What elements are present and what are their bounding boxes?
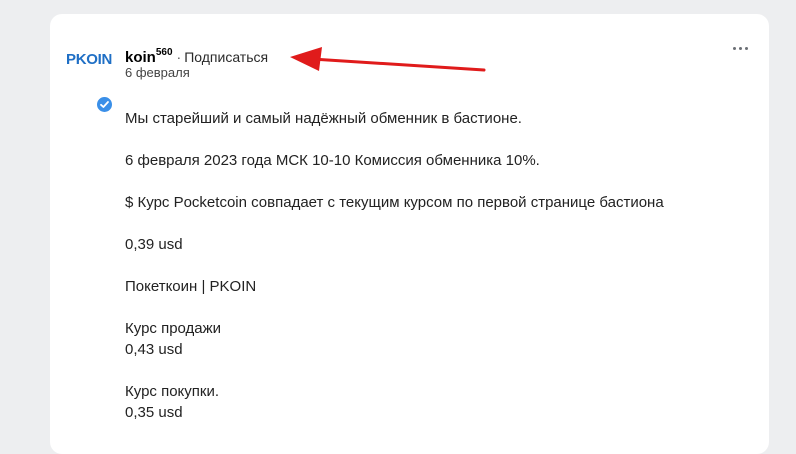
sell-rate-label: Курс продажи (125, 320, 222, 337)
buy-rate-value: 0,35 usd (125, 404, 183, 421)
buy-rate-label: Курс покупки. (125, 383, 220, 400)
post-date[interactable]: 6 февраля (125, 65, 190, 80)
post-paragraph: 0,39 usd (125, 236, 183, 253)
sell-rate-value: 0,43 usd (125, 341, 183, 358)
separator-dot: · (176, 49, 182, 65)
avatar[interactable]: PKOIN (65, 43, 114, 114)
post-paragraph: Покеткоин | PKOIN (125, 278, 257, 295)
post-header: koin560 · Подписаться (125, 43, 268, 66)
post-body: Мы старейший и самый надёжный обменник в… (125, 108, 745, 444)
sell-rate: Курс продажи 0,43 usd (125, 318, 745, 360)
more-horizontal-icon[interactable] (730, 40, 752, 56)
post-paragraph: 6 февраля 2023 года МСК 10-10 Комиссия о… (125, 152, 540, 169)
verified-check-icon (95, 95, 114, 114)
author-rating: 560 (155, 47, 173, 58)
buy-rate: Курс покупки. 0,35 usd (125, 381, 745, 423)
subscribe-button[interactable]: Подписаться (184, 49, 268, 65)
post-paragraph: Мы старейший и самый надёжный обменник в… (125, 110, 522, 127)
author-name[interactable]: koin (125, 49, 156, 66)
post-paragraph: $ Курс Pocketcoin совпадает с текущим ку… (125, 194, 664, 211)
post-card: PKOIN koin560 · Подписаться 6 февраля Мы с… (50, 14, 769, 454)
avatar-logo-text: PKOIN (65, 51, 112, 68)
